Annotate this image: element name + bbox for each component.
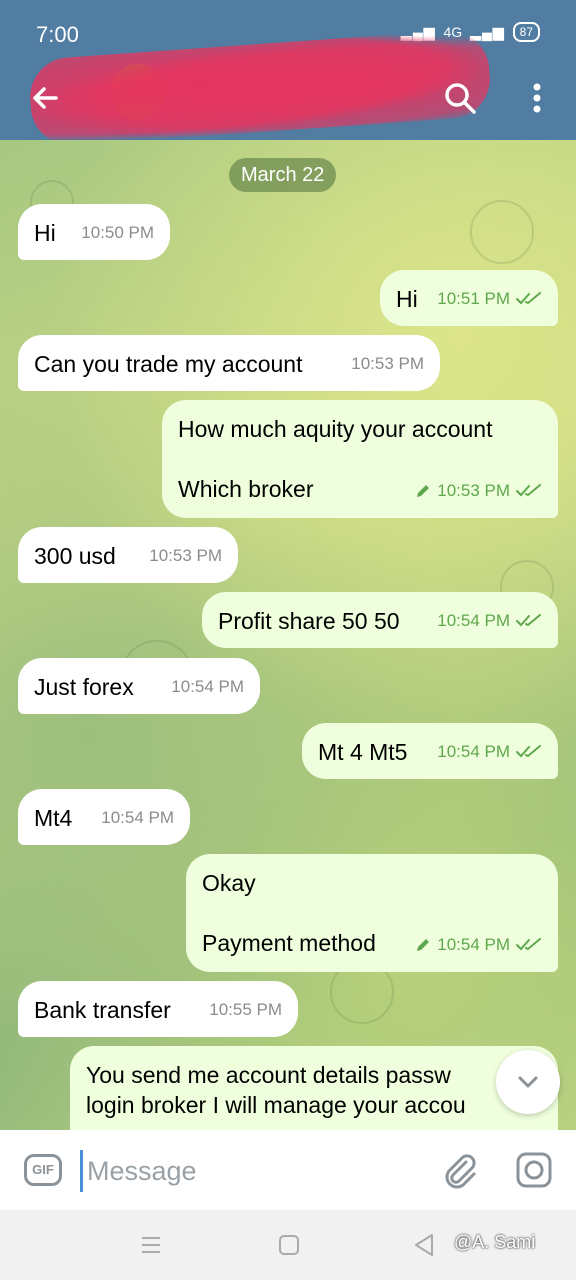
double-check-icon: [516, 745, 541, 758]
message-text: Okay: [202, 870, 256, 896]
message-time: 10:50 PM: [81, 223, 154, 242]
message-time: 10:53 PM: [351, 354, 424, 373]
message-time: 10:53 PM: [149, 546, 222, 565]
message-outgoing[interactable]: You send me account details passw login …: [70, 1046, 558, 1130]
wallpaper-doodle: [470, 200, 534, 264]
message-meta: 10:54 PM: [415, 930, 542, 960]
message-text: Just forex: [34, 674, 134, 700]
message-text-line-2: login broker I will manage your accou: [86, 1092, 466, 1118]
message-meta: 10:54 PM: [171, 672, 244, 702]
edited-pencil-icon: [417, 485, 430, 497]
camera-icon[interactable]: [514, 1150, 554, 1190]
gif-button[interactable]: GIF: [24, 1154, 62, 1186]
message-text: You send me account details passw: [86, 1062, 451, 1088]
message-meta: 10:55 PM: [209, 995, 282, 1025]
signal-icon-2: ▂▄▆: [470, 23, 505, 40]
message-text: Can you trade my account: [34, 351, 303, 377]
message-text: Bank transfer: [34, 997, 171, 1023]
chat-area[interactable]: March 22 Hi 10:50 PM Hi 10:51 PM Can you…: [0, 140, 576, 1130]
status-time: 7:00: [36, 22, 79, 47]
chevron-down-icon: [518, 1076, 538, 1088]
message-outgoing[interactable]: How much aquity your account Which broke…: [162, 400, 558, 518]
home-icon[interactable]: [278, 1234, 300, 1256]
message-incoming[interactable]: Just forex 10:54 PM: [18, 658, 260, 714]
message-meta: 10:54 PM: [437, 737, 542, 767]
message-text: Hi: [34, 220, 56, 246]
nav-back-icon[interactable]: [412, 1232, 436, 1258]
message-text: Mt 4 Mt5: [318, 739, 408, 765]
message-time: 10:54 PM: [171, 677, 244, 696]
message-outgoing[interactable]: Profit share 50 50 10:54 PM: [202, 592, 558, 648]
message-meta: 10:53 PM: [149, 541, 222, 571]
watermark: @A. Sami: [454, 1232, 536, 1252]
edited-pencil-icon: [417, 939, 430, 951]
message-meta: 10:50 PM: [81, 218, 154, 248]
message-text: Hi: [396, 286, 418, 312]
date-separator: March 22: [229, 158, 337, 192]
message-time: 10:54 PM: [437, 742, 510, 761]
message-meta: 10:54 PM: [101, 803, 174, 833]
battery-icon: 87: [512, 22, 540, 42]
redacted-contact-name: [27, 28, 493, 148]
message-time: 10:55 PM: [209, 1000, 282, 1019]
message-meta: 10:53 PM: [351, 349, 424, 379]
double-check-icon: [516, 614, 541, 627]
message-time: 10:51 PM: [437, 289, 510, 308]
message-incoming[interactable]: 300 usd 10:53 PM: [18, 527, 238, 583]
search-icon[interactable]: [440, 78, 480, 118]
back-arrow-icon[interactable]: [26, 78, 66, 118]
message-incoming[interactable]: Hi 10:50 PM: [18, 204, 170, 260]
message-input-bar: GIF: [0, 1130, 576, 1210]
double-check-icon: [516, 484, 541, 497]
recent-apps-icon[interactable]: [140, 1234, 162, 1256]
message-text: 300 usd: [34, 543, 116, 569]
message-meta: 10:51 PM: [437, 284, 542, 314]
message-text: Mt4: [34, 805, 73, 831]
message-incoming[interactable]: Bank transfer 10:55 PM: [18, 981, 298, 1037]
message-text: How much aquity your account: [178, 416, 493, 442]
message-time: 10:53 PM: [437, 481, 510, 500]
paperclip-icon[interactable]: [440, 1150, 480, 1190]
scroll-down-button[interactable]: [496, 1050, 560, 1114]
message-meta: 10:53 PM: [415, 476, 542, 506]
message-meta: 10:54 PM: [437, 606, 542, 636]
top-bar: 7:00 ▂▄▆ 4G ▂▄▆ 87: [0, 0, 576, 148]
more-vertical-icon[interactable]: [522, 78, 552, 118]
system-nav-bar: @A. Sami: [0, 1210, 576, 1280]
message-incoming[interactable]: Can you trade my account 10:53 PM: [18, 335, 440, 391]
message-time: 10:54 PM: [101, 808, 174, 827]
message-time: 10:54 PM: [437, 935, 510, 954]
message-incoming[interactable]: Mt4 10:54 PM: [18, 789, 190, 845]
double-check-icon: [516, 292, 541, 305]
message-outgoing[interactable]: Mt 4 Mt5 10:54 PM: [302, 723, 558, 779]
message-input[interactable]: [80, 1150, 429, 1192]
message-outgoing[interactable]: Okay Payment method 10:54 PM: [186, 854, 558, 972]
message-outgoing[interactable]: Hi 10:51 PM: [380, 270, 558, 326]
message-time: 10:54 PM: [437, 611, 510, 630]
double-check-icon: [516, 938, 541, 951]
message-text: Profit share 50 50: [218, 608, 400, 634]
